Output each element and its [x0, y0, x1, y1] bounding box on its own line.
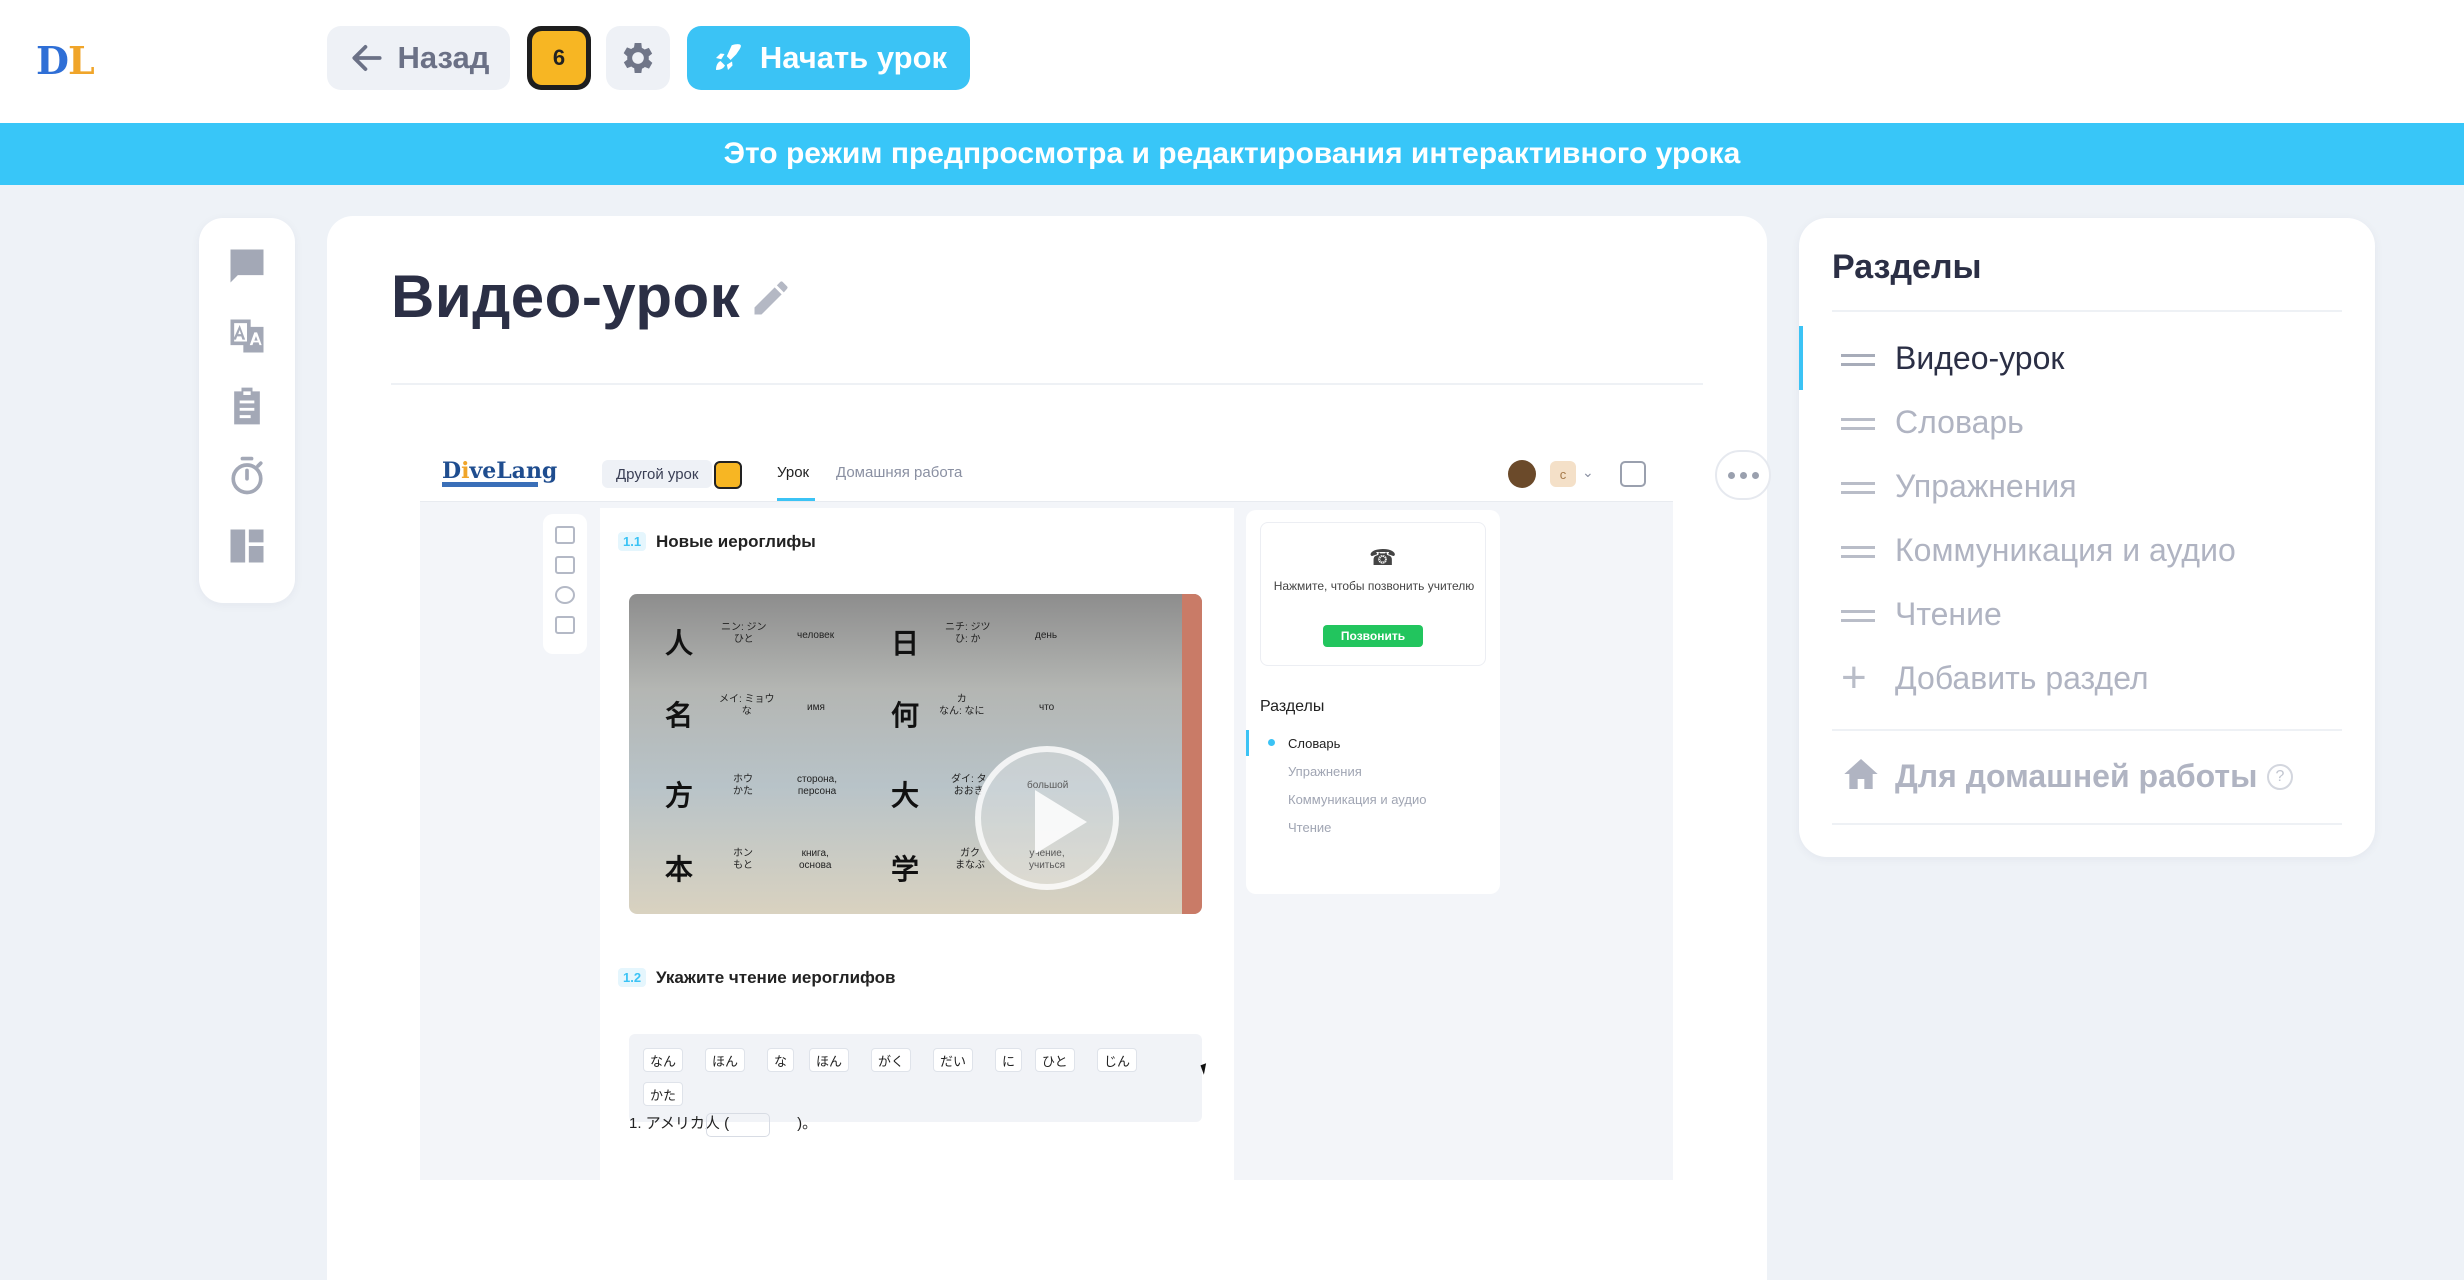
- clipboard-icon[interactable]: [223, 382, 271, 430]
- timer-icon[interactable]: [223, 452, 271, 500]
- divider: [391, 383, 1703, 385]
- video-task2-title: Укажите чтение иероглифов: [656, 968, 896, 987]
- add-section-button[interactable]: + Добавить раздел: [1799, 646, 2375, 704]
- video-task1-title: Новые иероглифы: [656, 532, 816, 551]
- section-item-vocabulary[interactable]: Словарь: [1799, 390, 2375, 448]
- divider: [1832, 823, 2342, 825]
- video-tab-indicator: [777, 498, 815, 501]
- video-player[interactable]: DiveLang Другой урок Урок Домашняя работ…: [420, 444, 1673, 1180]
- video-answer-input: [706, 1113, 770, 1137]
- video-tab-lesson: Урок: [777, 464, 810, 481]
- drag-handle-icon[interactable]: [1841, 354, 1875, 366]
- video-app-header: DiveLang Другой урок Урок Домашняя работ…: [420, 444, 1673, 502]
- rocket-icon: [715, 44, 741, 70]
- video-task1-number: 1.1: [618, 532, 647, 551]
- pencil-icon[interactable]: [749, 276, 793, 320]
- video-call-card: ☎ Нажмите, чтобы позвонить учителю Позво…: [1260, 522, 1486, 666]
- layout-icon[interactable]: [223, 522, 271, 570]
- section-item-video-lesson[interactable]: Видео-урок: [1799, 326, 2375, 390]
- section-item-communication[interactable]: Коммуникация и аудио: [1799, 518, 2375, 576]
- video-answer-chips: なん ほん な ほん がく だい に ひと じん かた: [629, 1034, 1202, 1122]
- video-course-avatar: [714, 461, 742, 489]
- divider: [1832, 729, 2342, 731]
- video-logo-underline: [442, 482, 538, 487]
- video-logo: DiveLang: [442, 458, 558, 484]
- gear-icon: [623, 43, 653, 73]
- home-icon: [1844, 759, 1878, 789]
- lesson-editor-card: Видео-урок DiveLang Другой урок Урок Дом…: [327, 216, 1771, 1280]
- page-title: Видео-урок: [391, 263, 741, 330]
- video-kanji-frame: 人 ニン: ジン ひと человек 日 ニチ: ジツ ひ: か день 名…: [629, 594, 1202, 914]
- play-icon[interactable]: [975, 746, 1119, 890]
- top-bar: DL Назад 6 Начать урок: [0, 0, 2464, 123]
- section-item-reading[interactable]: Чтение: [1799, 582, 2375, 640]
- video-lesson-content: 1.1 Новые иероглифы 人 ニン: ジン ひと человек …: [600, 508, 1234, 1180]
- video-tab-homework: Домашняя работа: [836, 464, 963, 481]
- chat-icon[interactable]: [223, 242, 271, 290]
- tools-rail: [199, 218, 295, 603]
- exit-icon: [1620, 461, 1646, 487]
- homework-section-label[interactable]: Для домашней работы: [1895, 758, 2257, 795]
- video-tools-rail: [543, 514, 587, 654]
- start-lesson-button[interactable]: Начать урок: [687, 26, 970, 90]
- back-button[interactable]: Назад: [327, 26, 510, 90]
- plus-icon: +: [1841, 653, 1867, 702]
- section-item-exercises[interactable]: Упражнения: [1799, 454, 2375, 512]
- drag-handle-icon[interactable]: [1841, 610, 1875, 622]
- drag-handle-icon[interactable]: [1841, 418, 1875, 430]
- more-options-button[interactable]: [1715, 450, 1771, 500]
- chevron-down-icon: ⌄: [1582, 464, 1594, 480]
- active-indicator: [1799, 326, 1803, 390]
- sections-title: Разделы: [1832, 248, 1982, 286]
- app-logo[interactable]: DL: [36, 38, 95, 83]
- drag-handle-icon[interactable]: [1841, 482, 1875, 494]
- video-side-panel: ☎ Нажмите, чтобы позвонить учителю Позво…: [1246, 510, 1500, 894]
- course-avatar: 6: [532, 31, 586, 85]
- video-user-avatar: [1508, 460, 1536, 488]
- video-other-lesson: Другой урок: [602, 460, 713, 488]
- phone-icon: ☎: [1369, 545, 1397, 570]
- drag-handle-icon[interactable]: [1841, 546, 1875, 558]
- settings-button[interactable]: [606, 26, 670, 90]
- course-avatar-button[interactable]: 6: [527, 26, 591, 90]
- back-button-label: Назад: [397, 40, 490, 75]
- sections-panel: Разделы Видео-урок Словарь Упражнения Ко…: [1799, 218, 2375, 857]
- arrow-left-icon: [351, 45, 382, 71]
- video-user-initial: с: [1550, 461, 1576, 487]
- help-icon[interactable]: ?: [2267, 764, 2293, 790]
- translate-icon[interactable]: [223, 312, 271, 360]
- video-task2-number: 1.2: [618, 968, 647, 987]
- start-lesson-label: Начать урок: [759, 40, 948, 75]
- divider: [1832, 310, 2342, 312]
- banner-text: Это режим предпросмотра и редактирования…: [723, 137, 1741, 170]
- preview-mode-banner: Это режим предпросмотра и редактирования…: [0, 123, 2464, 185]
